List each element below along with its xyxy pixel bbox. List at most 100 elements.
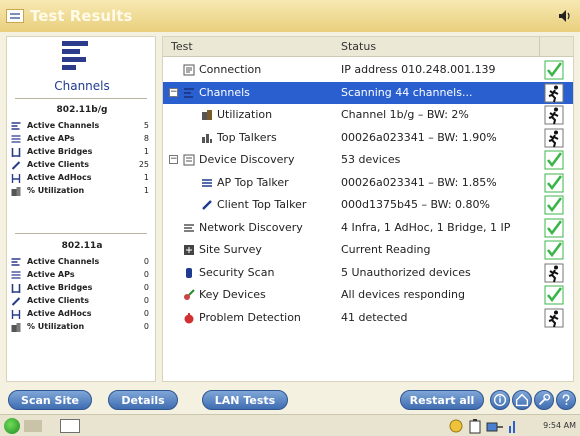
bridges-icon (11, 148, 21, 157)
pass-check-icon (544, 218, 564, 237)
signal-icon[interactable] (508, 418, 518, 434)
client-icon (202, 200, 212, 210)
stat-label: Active Bridges (27, 147, 93, 156)
stat-value: 1 (143, 173, 149, 182)
stat-label: Active Channels (27, 121, 100, 130)
connection-icon (183, 64, 195, 76)
stat-value: 0 (143, 283, 149, 292)
status-bar: 9:54 AM (0, 414, 580, 436)
app-icon (6, 9, 24, 23)
access-points-icon (11, 135, 21, 143)
stat-row: Active Bridges 0 (11, 283, 153, 294)
table-row[interactable]: Client Top Talker 000d1375b45 – BW: 0.80% (163, 194, 573, 216)
table-row[interactable]: − Channels Scanning 44 channels... (163, 81, 573, 104)
test-status: 00026a023341 – BW: 1.90% (341, 130, 497, 144)
pass-check-icon (544, 195, 564, 215)
test-name: AP Top Talker (217, 175, 289, 189)
start-button-icon[interactable] (4, 418, 20, 434)
table-row[interactable]: Key Devices All devices responding (163, 284, 573, 306)
adhocs-icon (11, 174, 21, 183)
table-row[interactable]: Top Talkers 00026a023341 – BW: 1.90% (163, 127, 573, 149)
channels-icon (184, 87, 194, 98)
stat-value: 5 (143, 121, 149, 130)
table-row[interactable]: − Device Discovery 53 devices (163, 149, 573, 171)
running-icon (544, 128, 564, 147)
status-badge (24, 420, 42, 432)
test-name: Device Discovery (199, 153, 295, 166)
test-status: 5 Unauthorized devices (341, 265, 471, 279)
bottom-toolbar: Scan Site Details LAN Tests Restart all (0, 386, 580, 414)
summary-panel: Channels 802.11b/g Active Channels 5 Activ… (6, 36, 156, 382)
home-icon[interactable] (512, 390, 532, 410)
stat-row: Active Clients 25 (11, 160, 153, 171)
problem-detection-icon (184, 312, 194, 323)
table-row[interactable]: Network Discovery 4 Infra, 1 AdHoc, 1 Bri… (163, 217, 573, 239)
test-name: Top Talkers (217, 130, 277, 144)
running-icon (544, 308, 564, 327)
stat-row: Active APs 8 (11, 134, 153, 145)
tools-icon[interactable] (534, 390, 554, 410)
collapse-toggle[interactable]: − (169, 155, 178, 164)
stat-row: Active Bridges 1 (11, 147, 153, 158)
stat-value: 0 (143, 270, 149, 279)
running-icon (544, 83, 564, 102)
utilization-icon (11, 323, 21, 332)
security-scan-icon (186, 267, 192, 278)
table-row[interactable]: Connection IP address 010.248.001.139 (163, 59, 573, 81)
stat-value: 0 (143, 257, 149, 266)
test-name: Key Devices (199, 288, 266, 301)
test-name: Connection (199, 63, 262, 76)
stat-value: 8 (143, 134, 149, 143)
table-row[interactable]: Problem Detection 41 detected (163, 307, 573, 329)
info-icon[interactable] (490, 390, 510, 410)
window-icon[interactable] (60, 419, 80, 433)
test-name: Site Survey (199, 243, 262, 256)
lan-tests-button[interactable]: LAN Tests (202, 390, 288, 410)
test-name: Utilization (217, 108, 273, 121)
divider (15, 98, 147, 99)
stat-label: Active AdHocs (27, 309, 92, 318)
access-points-icon (11, 271, 21, 279)
pass-check-icon (544, 150, 564, 170)
battery-icon[interactable] (468, 418, 482, 434)
network-icon[interactable] (448, 418, 464, 434)
stat-row: % Utilization 0 (11, 322, 153, 333)
stat-row: % Utilization 1 (11, 186, 153, 197)
column-header-status[interactable]: Status (341, 40, 376, 53)
pass-check-icon (544, 60, 564, 80)
table-row[interactable]: Utilization Channel 1b/g – BW: 2% (163, 104, 573, 126)
scan-site-button[interactable]: Scan Site (8, 390, 92, 410)
stat-row: Active APs 0 (11, 270, 153, 281)
stat-row: Active AdHocs 1 (11, 173, 153, 184)
column-header-result (539, 37, 573, 57)
pass-check-icon (544, 173, 564, 192)
table-row[interactable]: AP Top Talker 00026a023341 – BW: 1.85% (163, 172, 573, 194)
channels-label[interactable]: Channels (7, 79, 157, 93)
pass-check-icon (544, 285, 564, 305)
stat-row: Active Channels 0 (11, 257, 153, 268)
stat-value: 0 (143, 296, 149, 305)
help-icon[interactable] (556, 390, 576, 410)
stat-label: Active AdHocs (27, 173, 92, 182)
stat-row: Active AdHocs 0 (11, 309, 153, 320)
table-row[interactable]: Site Survey Current Reading (163, 239, 573, 261)
restart-all-button[interactable]: Restart all (400, 390, 484, 410)
test-status: All devices responding (341, 288, 465, 301)
details-button[interactable]: Details (108, 390, 178, 410)
table-row[interactable]: Security Scan 5 Unauthorized devices (163, 262, 573, 284)
collapse-toggle[interactable]: − (169, 87, 178, 97)
stat-label: % Utilization (27, 322, 85, 331)
clients-icon (11, 297, 21, 306)
connection-icon[interactable] (486, 418, 504, 434)
pass-check-icon (544, 240, 564, 260)
speaker-icon[interactable] (558, 9, 572, 23)
stat-value: 1 (143, 186, 149, 195)
column-header-test[interactable]: Test (171, 40, 193, 53)
utilization-icon (11, 187, 21, 196)
test-results-table: Test Status Connection IP address 010.248… (162, 36, 574, 382)
top-talkers-icon (202, 133, 212, 143)
stat-label: Active Clients (27, 296, 89, 305)
channels-icon (62, 41, 92, 75)
test-status: Scanning 44 channels... (341, 85, 473, 99)
channels-icon (11, 122, 21, 130)
